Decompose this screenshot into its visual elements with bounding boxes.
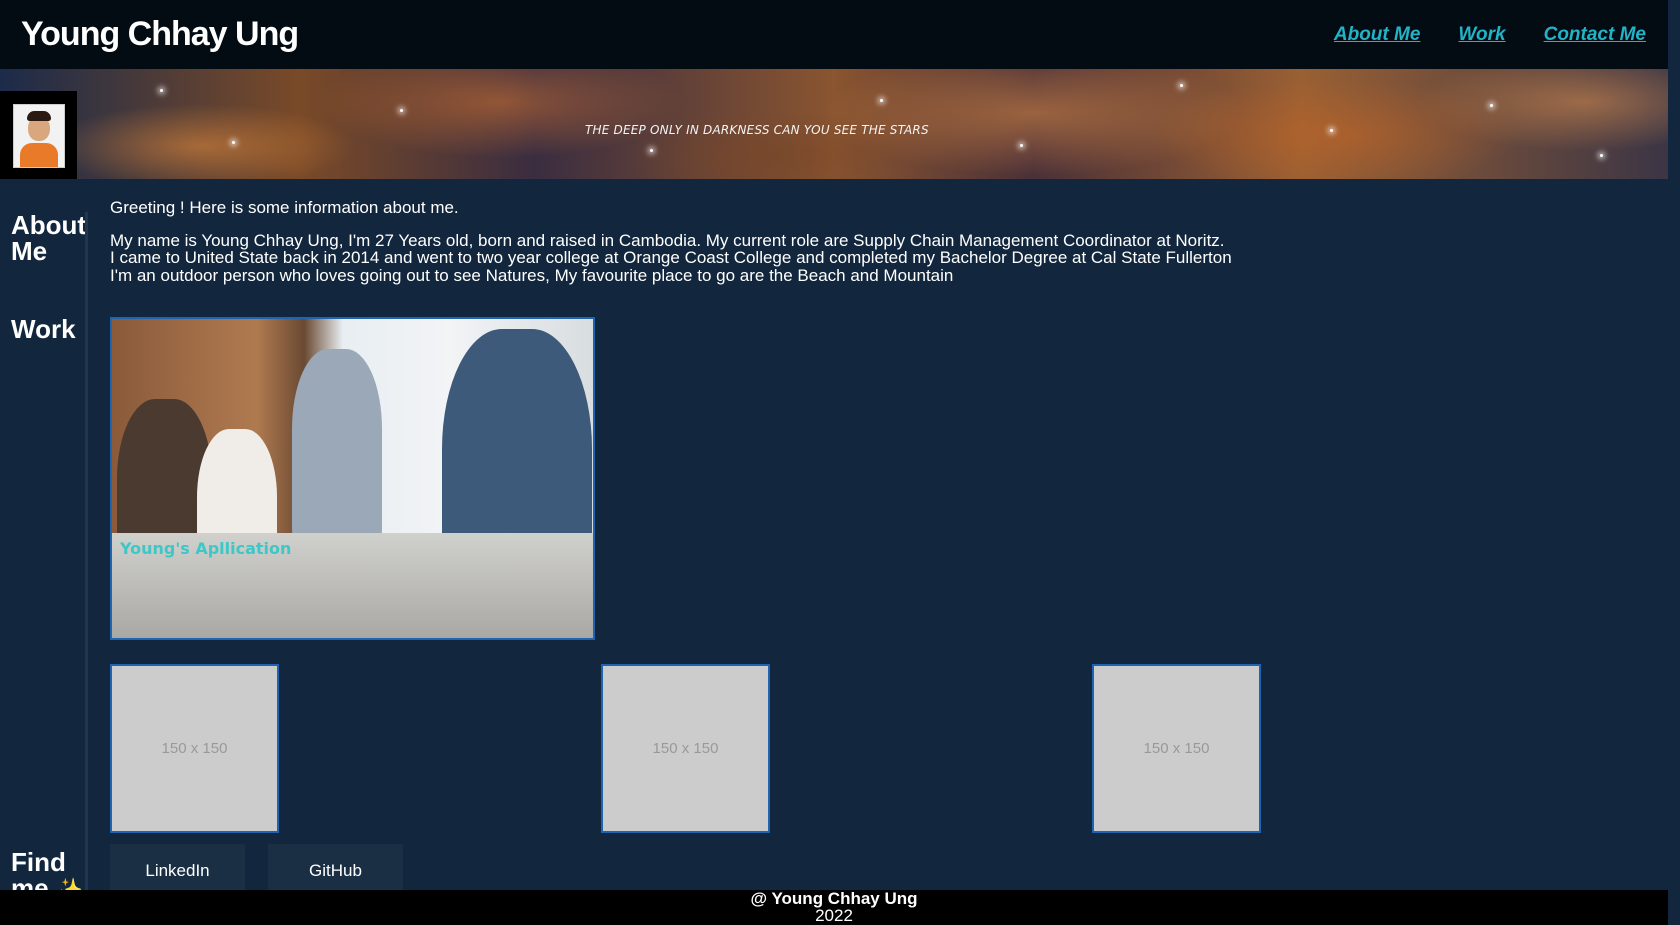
- work-section: Work Young's Apllication 150 x 150 150 x…: [0, 316, 1668, 844]
- work-thumbnail[interactable]: 150 x 150: [110, 664, 279, 833]
- hero-banner: THE DEEP ONLY IN DARKNESS CAN YOU SEE TH…: [0, 69, 1668, 179]
- about-content: Greeting ! Here is some information abou…: [110, 199, 1232, 316]
- top-bar: Young Chhay Ung About Me Work Contact Me: [0, 0, 1668, 69]
- footer-year: 2022: [815, 906, 853, 925]
- star: [400, 109, 403, 112]
- photo-person: [292, 349, 382, 549]
- avatar-hair: [27, 111, 51, 121]
- star: [160, 89, 163, 92]
- star: [1600, 154, 1603, 157]
- work-heading: Work: [11, 314, 76, 344]
- section-divider: [85, 212, 88, 316]
- nav-link-work[interactable]: Work: [1458, 24, 1505, 46]
- banner-tagline: THE DEEP ONLY IN DARKNESS CAN YOU SEE TH…: [585, 123, 929, 137]
- star: [1180, 84, 1183, 87]
- star: [1020, 144, 1023, 147]
- page-scrollbar[interactable]: [1668, 0, 1680, 925]
- about-paragraph: My name is Young Chhay Ung, I'm 27 Years…: [110, 230, 1232, 285]
- work-content: Young's Apllication 150 x 150 150 x 150 …: [110, 316, 1310, 844]
- main-nav: About Me Work Contact Me: [1296, 24, 1646, 46]
- star: [1330, 129, 1333, 132]
- star: [650, 149, 653, 152]
- footer-copyright: @ Young Chhay Ung: [750, 889, 918, 908]
- section-divider: [85, 316, 88, 844]
- avatar-frame: [0, 91, 77, 179]
- work-thumbnail[interactable]: 150 x 150: [601, 664, 770, 833]
- avatar-shirt: [20, 143, 58, 167]
- star: [232, 141, 235, 144]
- about-section: About Me Greeting ! Here is some informa…: [0, 179, 1668, 316]
- nav-link-about-me[interactable]: About Me: [1334, 24, 1421, 46]
- about-greeting: Greeting ! Here is some information abou…: [110, 198, 459, 217]
- avatar: [13, 104, 65, 168]
- about-heading: About Me: [11, 210, 87, 266]
- nav-link-contact-me[interactable]: Contact Me: [1544, 24, 1646, 46]
- thumbnail-placeholder-text: 150 x 150: [652, 740, 719, 757]
- about-line: My name is Young Chhay Ung, I'm 27 Years…: [110, 230, 1225, 250]
- featured-work-image[interactable]: Young's Apllication: [110, 317, 595, 640]
- star: [880, 99, 883, 102]
- work-thumbnail[interactable]: 150 x 150: [1092, 664, 1261, 833]
- page: Young Chhay Ung About Me Work Contact Me…: [0, 0, 1668, 904]
- thumbnail-placeholder-text: 150 x 150: [1143, 740, 1210, 757]
- featured-work-caption: Young's Apllication: [120, 539, 292, 558]
- thumbnail-placeholder-text: 150 x 150: [161, 740, 228, 757]
- about-line: I'm an outdoor person who loves going ou…: [110, 265, 954, 285]
- site-title: Young Chhay Ung: [21, 15, 299, 53]
- about-line: I came to United State back in 2014 and …: [110, 248, 1232, 267]
- star: [1490, 104, 1493, 107]
- footer: @ Young Chhay Ung 2022: [0, 890, 1668, 925]
